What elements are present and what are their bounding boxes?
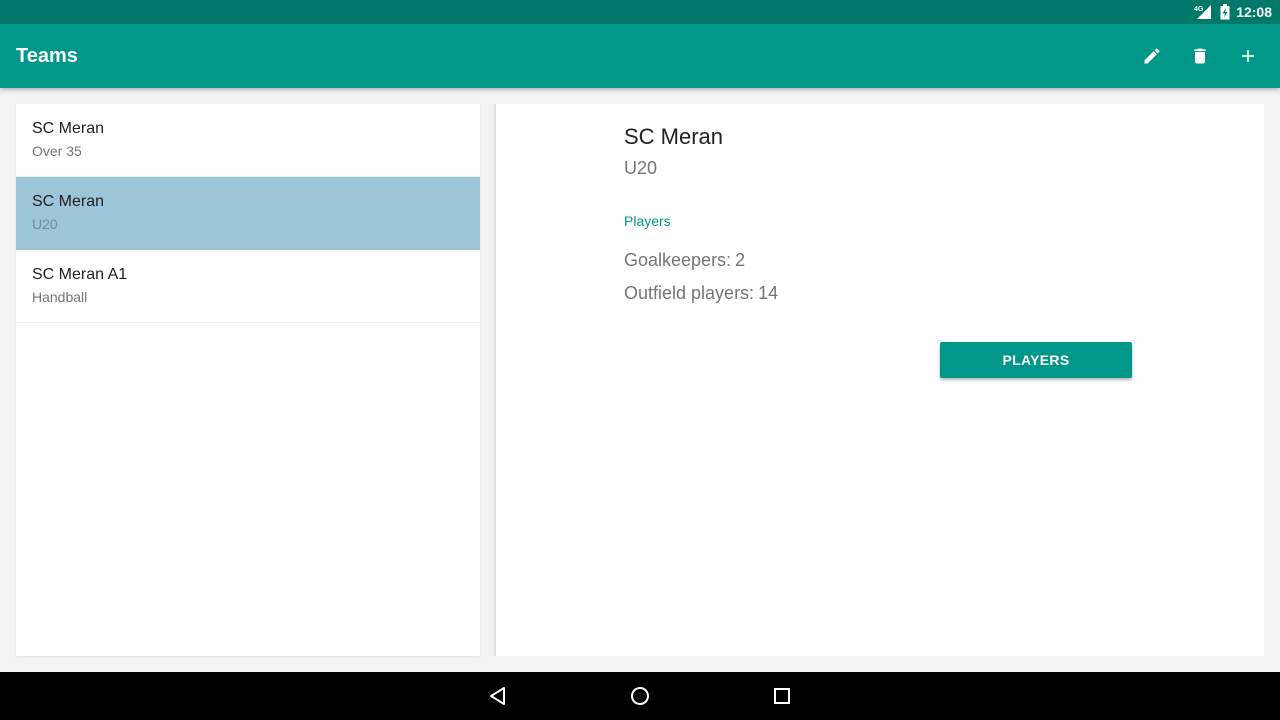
team-category: Over 35 [32, 143, 82, 159]
add-icon [1242, 50, 1254, 62]
team-category: Handball [32, 289, 88, 305]
detail-team-name: SC Meran [624, 124, 724, 149]
status-time: 12:08 [1236, 4, 1272, 20]
battery-charging-icon [1220, 4, 1230, 20]
delete-icon [1194, 48, 1206, 64]
signal-icon: 4G [1194, 4, 1212, 20]
detail-team-category: U20 [624, 158, 658, 178]
edit-button[interactable] [1128, 32, 1176, 80]
team-name: SC Meran [32, 120, 105, 137]
teams-list: SC Meran Over 35 SC Meran U20 SC Meran A… [16, 104, 480, 656]
players-button[interactable]: PLAYERS [940, 342, 1132, 378]
home-icon [631, 687, 649, 705]
outfield-players-label: Outfield players: [624, 283, 755, 303]
recents-button[interactable] [722, 672, 842, 720]
add-team-button[interactable] [1224, 32, 1272, 80]
recents-icon [774, 688, 790, 704]
back-button[interactable] [438, 672, 558, 720]
network-type-label: 4G [1194, 6, 1204, 13]
players-section-header: Players [624, 213, 671, 229]
outfield-players-stat: Outfield players: 14 [624, 283, 778, 304]
team-name: SC Meran [32, 193, 105, 210]
home-button[interactable] [580, 672, 700, 720]
goalkeepers-label: Goalkeepers: [624, 250, 732, 270]
system-nav-bar [0, 672, 1280, 720]
goalkeepers-count: 2 [735, 250, 746, 270]
status-bar: 4G 12:08 [0, 0, 1280, 24]
team-detail: SC Meran U20 Players Goalkeepers: 2 Outfi… [496, 104, 1264, 656]
team-list-item[interactable]: SC Meran A1 Handball [16, 250, 480, 323]
app-bar: Teams [0, 24, 1280, 88]
team-list-item[interactable]: SC Meran Over 35 [16, 104, 480, 177]
team-name: SC Meran A1 [32, 266, 128, 283]
team-list-item-selected[interactable]: SC Meran U20 [16, 177, 480, 250]
app-bar-actions [1128, 32, 1272, 80]
team-category: U20 [32, 216, 58, 232]
goalkeepers-stat: Goalkeepers: 2 [624, 250, 745, 271]
page-title: Teams [16, 44, 78, 67]
edit-icon [1144, 48, 1160, 64]
delete-button[interactable] [1176, 32, 1224, 80]
outfield-players-count: 14 [758, 283, 779, 303]
back-icon [490, 687, 505, 705]
